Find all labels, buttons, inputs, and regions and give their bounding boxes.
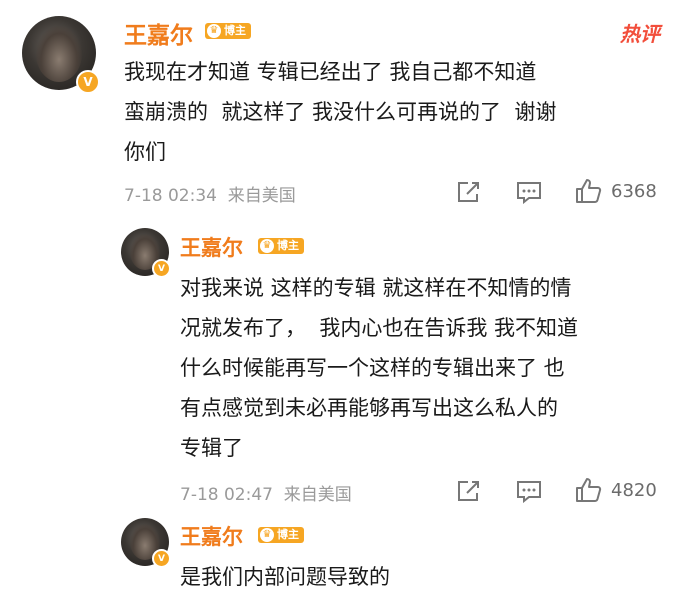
verified-v-icon: V xyxy=(76,70,100,94)
avatar[interactable]: V xyxy=(22,16,100,94)
blogger-badge: ♛ 博主 xyxy=(258,527,304,543)
comment-time: 7-18 02:34 xyxy=(124,186,217,206)
comment-text: 对我来说 这样的专辑 就这样在不知情的情 况就发布了， 我内心也在告诉我 我不知… xyxy=(180,276,579,460)
comment-icon xyxy=(517,481,541,503)
crown-icon: ♛ xyxy=(260,528,274,542)
comment-text: 是我们内部问题导致的 xyxy=(180,565,390,589)
comment-location: 来自美国 xyxy=(283,485,352,505)
verified-v-icon: V xyxy=(152,549,171,568)
comment-text: 我现在才知道 专辑已经出了 我自己都不知道 蛮崩溃的 就这样了 我没什么可再说的… xyxy=(124,60,557,164)
like-button[interactable]: 4820 xyxy=(575,477,657,503)
verified-v-icon: V xyxy=(152,259,171,278)
comment-meta: 7-18 02:47 来自美国 xyxy=(180,480,352,505)
username[interactable]: 王嘉尔 xyxy=(180,232,243,262)
username[interactable]: 王嘉尔 xyxy=(124,16,193,50)
comment-button[interactable] xyxy=(516,180,542,204)
comment-location: 来自美国 xyxy=(227,186,296,206)
avatar[interactable]: V xyxy=(121,228,171,278)
comment-button[interactable] xyxy=(516,479,542,503)
blogger-badge: ♛ 博主 xyxy=(205,23,251,39)
comment-icon xyxy=(517,182,541,204)
like-icon xyxy=(576,179,602,203)
crown-icon: ♛ xyxy=(207,24,221,38)
share-icon xyxy=(458,481,479,501)
share-button[interactable] xyxy=(456,479,482,503)
share-icon xyxy=(458,182,479,202)
like-icon xyxy=(576,478,602,502)
hot-comment-label: 热评 xyxy=(620,22,660,46)
blogger-badge: ♛ 博主 xyxy=(258,238,304,254)
crown-icon: ♛ xyxy=(260,239,274,253)
share-button[interactable] xyxy=(456,180,482,204)
avatar[interactable]: V xyxy=(121,518,171,568)
comment-meta: 7-18 02:34 来自美国 xyxy=(124,181,296,206)
username[interactable]: 王嘉尔 xyxy=(180,521,243,551)
comment-time: 7-18 02:47 xyxy=(180,485,273,505)
like-count: 6368 xyxy=(611,180,657,202)
like-count: 4820 xyxy=(611,479,657,501)
like-button[interactable]: 6368 xyxy=(575,178,657,204)
